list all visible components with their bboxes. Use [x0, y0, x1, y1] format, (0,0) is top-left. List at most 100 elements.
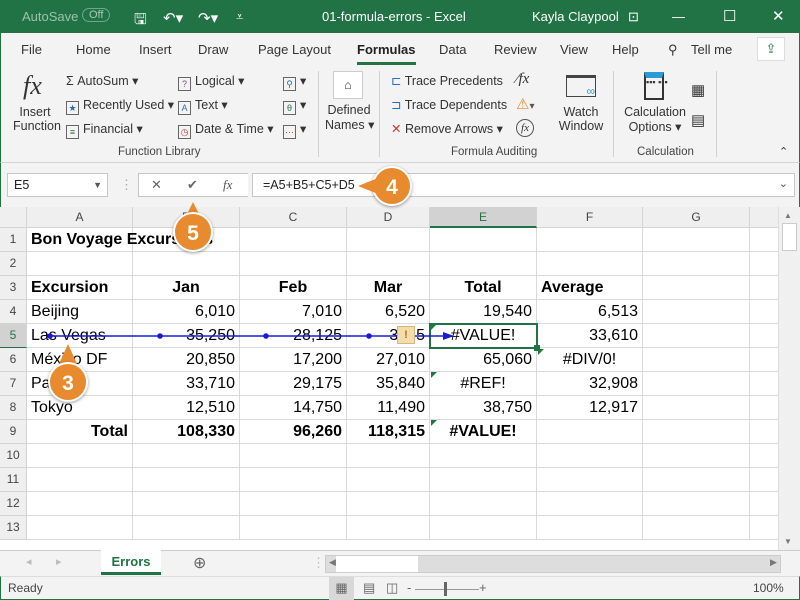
cell-B3[interactable]: Jan: [133, 276, 240, 300]
cell-C11[interactable]: [240, 468, 347, 492]
row-header-5[interactable]: 5: [0, 324, 27, 348]
column-header-A[interactable]: A: [27, 207, 133, 228]
cell[interactable]: [750, 372, 778, 396]
cell-E12[interactable]: [430, 492, 537, 516]
cell[interactable]: [750, 492, 778, 516]
tab-data[interactable]: Data: [439, 42, 466, 57]
show-formulas-icon[interactable]: ⁄fx: [516, 71, 529, 88]
cell-F9[interactable]: [537, 420, 643, 444]
cell-C4[interactable]: 7,010: [240, 300, 347, 324]
autosave-toggle[interactable]: Off: [82, 8, 111, 22]
cell-G11[interactable]: [643, 468, 750, 492]
row-header-3[interactable]: 3: [0, 276, 27, 300]
row-header-8[interactable]: 8: [0, 396, 27, 420]
cell-F13[interactable]: [537, 516, 643, 540]
cell-F3[interactable]: Average: [537, 276, 643, 300]
cell[interactable]: [750, 396, 778, 420]
name-box[interactable]: E5 ▼: [7, 173, 108, 197]
column-header-D[interactable]: D: [347, 207, 430, 228]
cell-D7[interactable]: 35,840: [347, 372, 430, 396]
cell-B10[interactable]: [133, 444, 240, 468]
tab-formulas[interactable]: Formulas: [357, 42, 416, 65]
cell-E2[interactable]: [430, 252, 537, 276]
split-handle-icon[interactable]: ⋮: [312, 555, 325, 571]
cell-A9[interactable]: Total: [27, 420, 133, 444]
cell-G8[interactable]: [643, 396, 750, 420]
cell-D3[interactable]: Mar: [347, 276, 430, 300]
scroll-down-icon[interactable]: ▼: [784, 537, 792, 546]
user-name[interactable]: Kayla Claypool: [532, 9, 619, 24]
cell-F10[interactable]: [537, 444, 643, 468]
row-header-13[interactable]: 13: [0, 516, 27, 540]
scroll-left-icon[interactable]: ◀: [329, 557, 336, 568]
cell[interactable]: [750, 468, 778, 492]
sheet-tab-errors[interactable]: Errors: [101, 550, 161, 575]
cell-D11[interactable]: [347, 468, 430, 492]
zoom-out-icon[interactable]: -: [407, 580, 411, 595]
row-header-11[interactable]: 11: [0, 468, 27, 492]
close-icon[interactable]: ✕: [772, 7, 785, 25]
row-header-9[interactable]: 9: [0, 420, 27, 444]
minimize-icon[interactable]: —: [672, 9, 685, 24]
date-time-button[interactable]: ◷ Date & Time ▾: [178, 121, 274, 139]
cell-D8[interactable]: 11,490: [347, 396, 430, 420]
tab-insert[interactable]: Insert: [139, 42, 172, 57]
cell[interactable]: [750, 276, 778, 300]
scroll-right-icon[interactable]: ▶: [770, 557, 777, 568]
cell-G12[interactable]: [643, 492, 750, 516]
formula-input[interactable]: =A5+B5+C5+D5 ⌄: [252, 173, 795, 197]
calculate-now-icon[interactable]: ▦: [691, 81, 705, 99]
cell-A11[interactable]: [27, 468, 133, 492]
cell-D4[interactable]: 6,520: [347, 300, 430, 324]
cell-E8[interactable]: 38,750: [430, 396, 537, 420]
cell-A8[interactable]: Tokyo: [27, 396, 133, 420]
expand-formula-bar-icon[interactable]: ⌄: [779, 177, 788, 190]
vertical-scrollbar[interactable]: ▲ ▼: [778, 207, 800, 550]
calculation-options-button[interactable]: Calculation Options ▾: [622, 105, 688, 134]
customize-qat-icon[interactable]: ⩡: [236, 9, 243, 25]
column-header-C[interactable]: C: [240, 207, 347, 228]
cell[interactable]: [750, 420, 778, 444]
page-layout-view-icon[interactable]: ▤: [363, 580, 375, 596]
cell-C5[interactable]: 28,125: [240, 324, 347, 348]
cell-E9[interactable]: #VALUE!: [430, 420, 537, 444]
trace-precedents-button[interactable]: ⊏ Trace Precedents: [391, 73, 503, 88]
logical-button[interactable]: ? Logical ▾: [178, 73, 244, 91]
cell-E1[interactable]: [430, 228, 537, 252]
cell-C8[interactable]: 14,750: [240, 396, 347, 420]
cell-A5[interactable]: Las Vegas: [27, 324, 133, 348]
cell-A3[interactable]: Excursion: [27, 276, 133, 300]
error-checking-icon[interactable]: ⚠▾: [516, 95, 534, 113]
cell-B11[interactable]: [133, 468, 240, 492]
cell-B6[interactable]: 20,850: [133, 348, 240, 372]
cell-B8[interactable]: 12,510: [133, 396, 240, 420]
cell-B13[interactable]: [133, 516, 240, 540]
save-icon[interactable]: 🖫: [134, 9, 147, 34]
cell-D12[interactable]: [347, 492, 430, 516]
defined-names-button[interactable]: Defined Names ▾: [325, 103, 374, 132]
zoom-slider[interactable]: [415, 589, 479, 590]
cell-C7[interactable]: 29,175: [240, 372, 347, 396]
cell-F5[interactable]: 33,610: [537, 324, 643, 348]
tab-draw[interactable]: Draw: [198, 42, 228, 57]
tab-view[interactable]: View: [560, 42, 588, 57]
cell-G1[interactable]: [643, 228, 750, 252]
cell-D2[interactable]: [347, 252, 430, 276]
math-trig-button[interactable]: θ ▾: [283, 97, 306, 115]
lookup-reference-button[interactable]: ⚲ ▾: [283, 73, 306, 91]
error-warning-icon[interactable]: !: [397, 326, 415, 344]
cell-B4[interactable]: 6,010: [133, 300, 240, 324]
cell-D9[interactable]: 118,315: [347, 420, 430, 444]
search-icon[interactable]: ⚲: [668, 42, 678, 58]
cell-D10[interactable]: [347, 444, 430, 468]
new-sheet-icon[interactable]: ⊕: [193, 553, 206, 573]
cell[interactable]: [750, 444, 778, 468]
share-icon[interactable]: ⇪: [757, 37, 785, 61]
cell-F8[interactable]: 12,917: [537, 396, 643, 420]
cell-C6[interactable]: 17,200: [240, 348, 347, 372]
cell-A1[interactable]: Bon Voyage Excursions: [27, 228, 213, 252]
cell-B5[interactable]: 35,250: [133, 324, 240, 348]
row-header-6[interactable]: 6: [0, 348, 27, 372]
column-header[interactable]: [750, 207, 778, 228]
drag-handle-icon[interactable]: ⋮: [120, 177, 133, 193]
